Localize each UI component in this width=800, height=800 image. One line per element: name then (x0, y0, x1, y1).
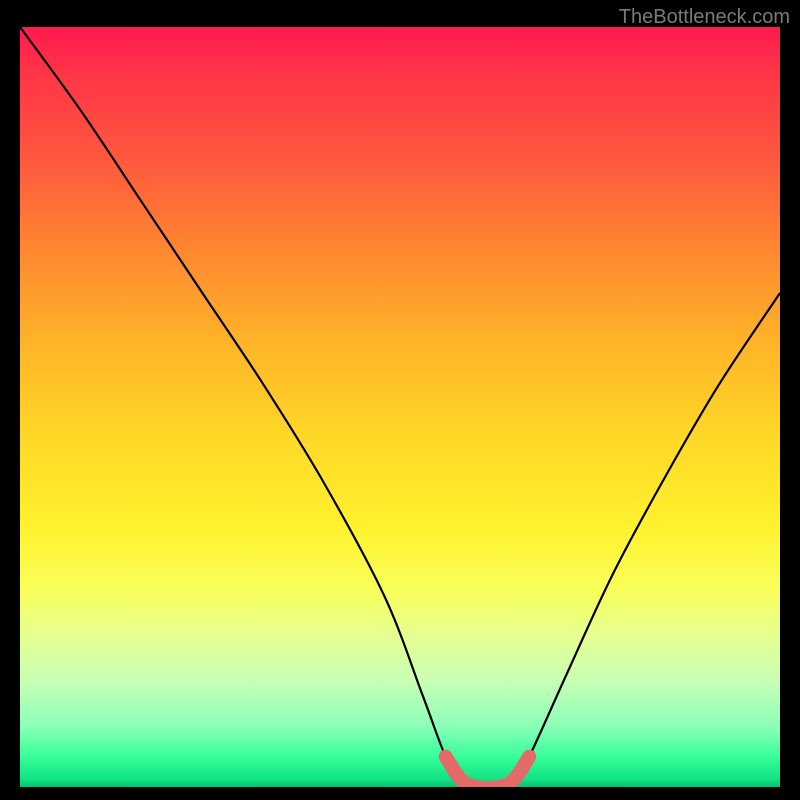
chart-svg (20, 27, 780, 787)
chart-plot-area (20, 27, 780, 787)
bottleneck-highlight (446, 757, 530, 787)
attribution-text: TheBottleneck.com (619, 6, 790, 29)
bottleneck-curve-line (20, 27, 780, 787)
